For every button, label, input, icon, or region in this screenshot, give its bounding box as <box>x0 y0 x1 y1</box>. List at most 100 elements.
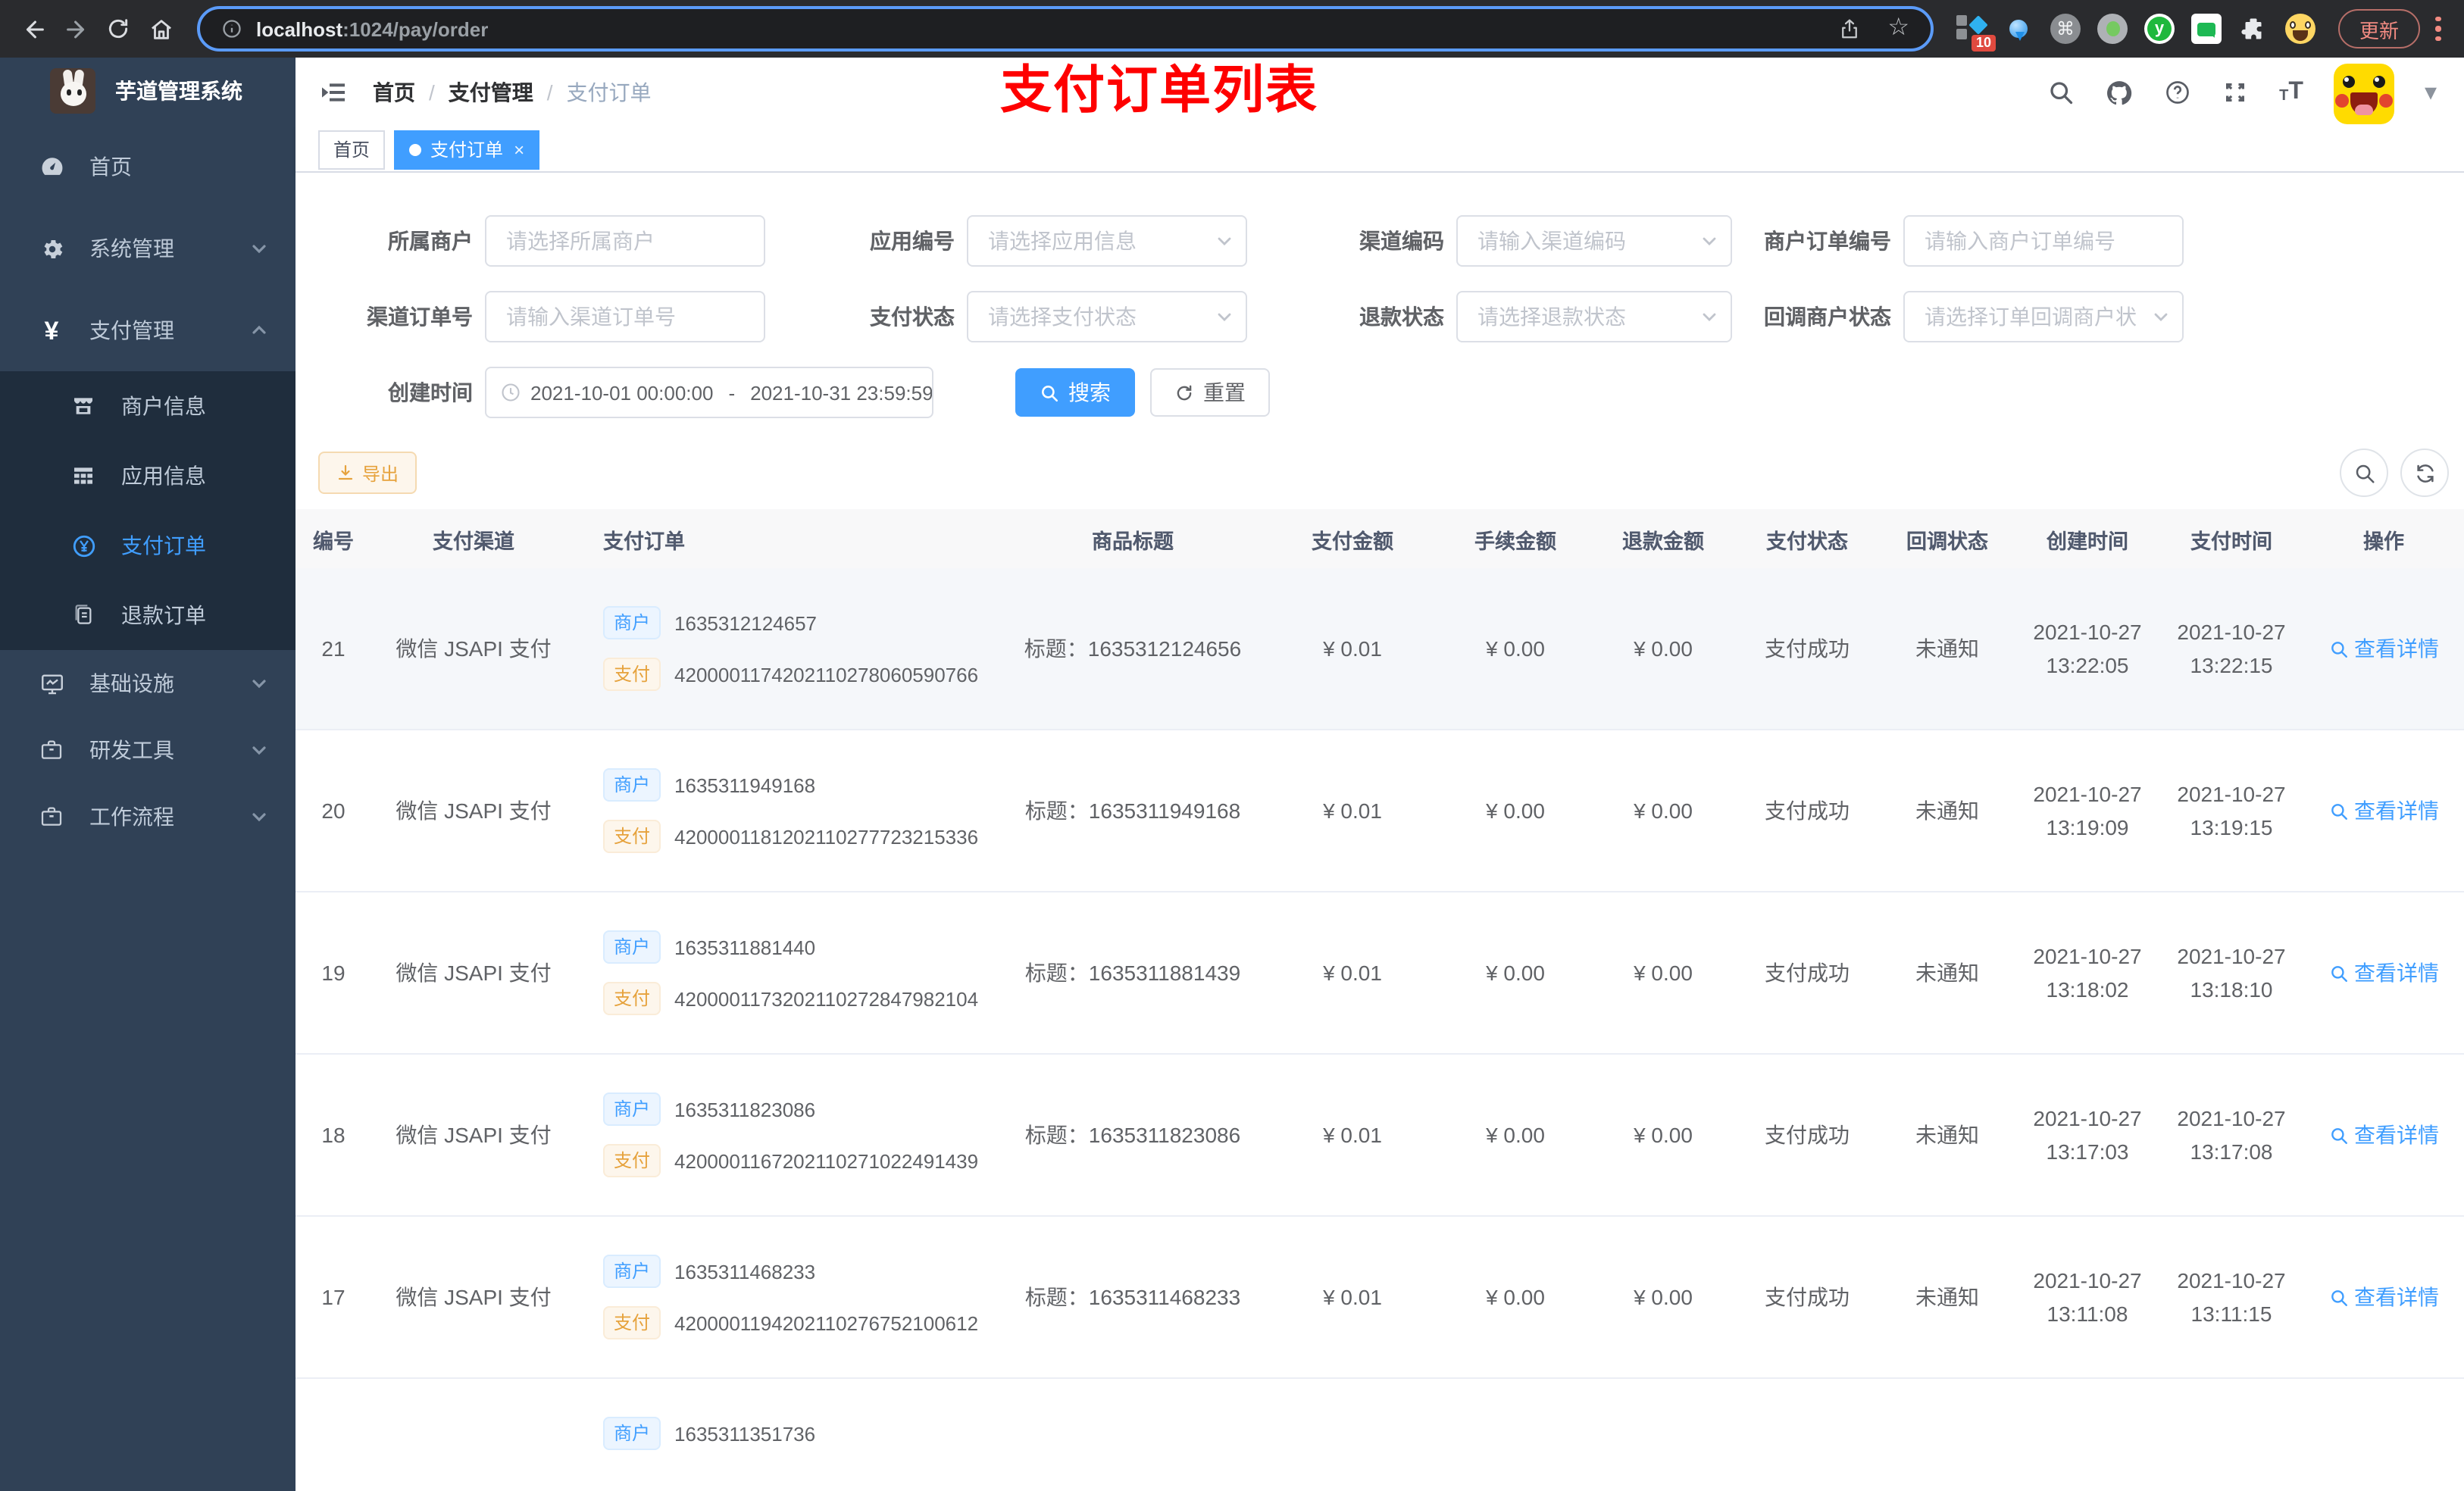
reset-button[interactable]: 重置 <box>1150 368 1270 417</box>
sidebar-item-label: 支付管理 <box>89 318 174 342</box>
forward-icon[interactable] <box>55 8 97 50</box>
merchant-tag: 商户 <box>603 1092 661 1126</box>
callback-status-select[interactable] <box>1903 291 2184 342</box>
table-row: 21 微信 JSAPI 支付 商户 1635312124657 支付 42000… <box>295 568 2464 730</box>
extension-icon-chat[interactable] <box>2190 12 2223 45</box>
merchant-order-no-field[interactable] <box>1903 215 2184 267</box>
merchant-order-line: 商户 1635311468233 <box>603 1255 815 1288</box>
sidebar-item-workflow[interactable]: 工作流程 <box>0 783 295 850</box>
toggle-search-icon[interactable] <box>2340 449 2388 497</box>
back-icon[interactable] <box>12 8 55 50</box>
extension-icon-emoji[interactable] <box>2284 12 2317 45</box>
refund-status-select[interactable] <box>1456 291 1732 342</box>
sidebar-item-dev-tools[interactable]: 研发工具 <box>0 717 295 783</box>
browser-menu-icon[interactable] <box>2426 12 2450 45</box>
gear-icon <box>35 236 68 261</box>
app-input[interactable] <box>967 215 1247 267</box>
extension-icon-command[interactable]: ⌘ <box>2049 12 2082 45</box>
search-button[interactable]: 搜索 <box>1015 368 1135 417</box>
cell-channel: 微信 JSAPI 支付 <box>396 636 552 661</box>
sidebar-item-system[interactable]: 系统管理 <box>0 208 295 289</box>
help-icon[interactable] <box>2164 79 2191 106</box>
breadcrumb-separator: / <box>546 80 553 105</box>
view-detail-link[interactable]: 查看详情 <box>2328 1282 2439 1312</box>
extension-icon-pin[interactable] <box>2002 12 2035 45</box>
sidebar-menu: 首页 系统管理 ¥ 支付管理 商户信息 应用信息 支付订单 退款订单 基础设施 … <box>0 126 295 850</box>
merchant-field[interactable] <box>485 215 765 267</box>
tag-close-icon[interactable]: × <box>514 139 524 160</box>
logo-image <box>50 68 95 114</box>
col-paid-time: 支付时间 <box>2190 530 2272 552</box>
col-actions: 操作 <box>2363 530 2404 552</box>
cell-refund: ¥ 0.00 <box>1634 636 1693 661</box>
cell-paid-time: 2021-10-27 13:17:08 <box>2177 1106 2286 1164</box>
view-detail-link[interactable]: 查看详情 <box>2328 633 2439 664</box>
search-icon[interactable] <box>2047 79 2075 106</box>
tag-pay-order[interactable]: 支付订单 × <box>394 130 540 169</box>
extension-icon-puzzle[interactable] <box>2237 12 2270 45</box>
channel-code-select[interactable] <box>1456 215 1732 267</box>
font-size-icon[interactable]: TT <box>2279 80 2303 105</box>
app-select[interactable] <box>967 215 1247 267</box>
caret-down-icon[interactable]: ▾ <box>2425 77 2437 108</box>
cell-title: 标题：1635311468233 <box>1024 1285 1241 1309</box>
channel-order-no-field[interactable] <box>485 291 765 342</box>
merchant-input[interactable] <box>485 215 765 267</box>
pay-tag: 支付 <box>603 982 661 1015</box>
sidebar-item-home[interactable]: 首页 <box>0 126 295 208</box>
sidebar-item-app-info[interactable]: 应用信息 <box>0 441 295 511</box>
navbar-actions: TT ▾ <box>2047 61 2437 124</box>
cell-pay-status: 支付成功 <box>1765 1285 1850 1309</box>
view-detail-link[interactable]: 查看详情 <box>2328 796 2439 826</box>
app-title: 芋道管理系统 <box>115 79 242 103</box>
info-icon[interactable] <box>221 18 242 39</box>
extension-icon-squares[interactable]: 10 <box>1955 12 1996 52</box>
tag-home[interactable]: 首页 <box>318 130 386 169</box>
callback-status-input[interactable] <box>1903 291 2184 342</box>
pay-status-select[interactable] <box>967 291 1247 342</box>
cell-actions: 查看详情 <box>2303 730 2464 891</box>
export-button[interactable]: 导出 <box>318 452 417 494</box>
yen-circle-icon <box>67 533 100 558</box>
reload-icon[interactable] <box>97 8 139 50</box>
github-icon[interactable] <box>2105 78 2134 107</box>
sidebar-item-infrastructure[interactable]: 基础设施 <box>0 650 295 717</box>
sidebar-item-pay-order[interactable]: 支付订单 <box>0 511 295 580</box>
sidebar-item-label: 研发工具 <box>89 738 174 762</box>
breadcrumb-pay-mgmt[interactable]: 支付管理 <box>449 77 533 108</box>
create-time-range-input[interactable]: 2021-10-01 00:00:00 - 2021-10-31 23:59:5… <box>485 367 933 418</box>
view-detail-link[interactable]: 查看详情 <box>2328 1120 2439 1150</box>
cell-refund: ¥ 0.00 <box>1634 1123 1693 1147</box>
merchant-order-no: 1635311949168 <box>674 774 816 796</box>
share-icon[interactable] <box>1837 17 1860 41</box>
cell-actions: 查看详情 <box>2303 1055 2464 1215</box>
breadcrumb-home[interactable]: 首页 <box>373 77 415 108</box>
browser-update-button[interactable]: 更新 <box>2338 9 2421 48</box>
channel-code-input[interactable] <box>1456 215 1732 267</box>
pay-status-input[interactable] <box>967 291 1247 342</box>
url-bar[interactable]: localhost:1024/pay/order ☆ <box>197 6 1934 52</box>
sidebar-item-merchant-info[interactable]: 商户信息 <box>0 371 295 441</box>
bookmark-star-icon[interactable]: ☆ <box>1887 16 1909 41</box>
sidebar-item-refund-order[interactable]: 退款订单 <box>0 580 295 650</box>
user-avatar[interactable] <box>2333 64 2394 124</box>
refresh-icon[interactable] <box>2400 449 2449 497</box>
cell-refund: ¥ 0.00 <box>1634 961 1693 985</box>
sidebar-item-label: 支付订单 <box>121 533 206 558</box>
channel-order-no-input[interactable] <box>485 291 765 342</box>
cell-pay-status: 支付成功 <box>1765 799 1850 823</box>
fullscreen-icon[interactable] <box>2222 79 2249 106</box>
browser-chrome: localhost:1024/pay/order ☆ 10 ⌘ y 更新 <box>0 0 2464 58</box>
pay-tag: 支付 <box>603 1144 661 1177</box>
refund-status-input[interactable] <box>1456 291 1732 342</box>
cell-id: 21 <box>321 636 346 661</box>
col-channel: 支付渠道 <box>433 530 514 552</box>
merchant-order-no-input[interactable] <box>1903 215 2184 267</box>
view-detail-link[interactable]: 查看详情 <box>2328 958 2439 988</box>
extension-icon-greendot[interactable] <box>2096 12 2129 45</box>
home-icon[interactable] <box>139 8 182 50</box>
extension-icon-y[interactable]: y <box>2143 12 2176 45</box>
sidebar-item-pay[interactable]: ¥ 支付管理 <box>0 289 295 371</box>
sidebar-toggle-icon[interactable] <box>318 77 349 108</box>
cell-title: 标题：1635311949168 <box>1024 799 1241 823</box>
